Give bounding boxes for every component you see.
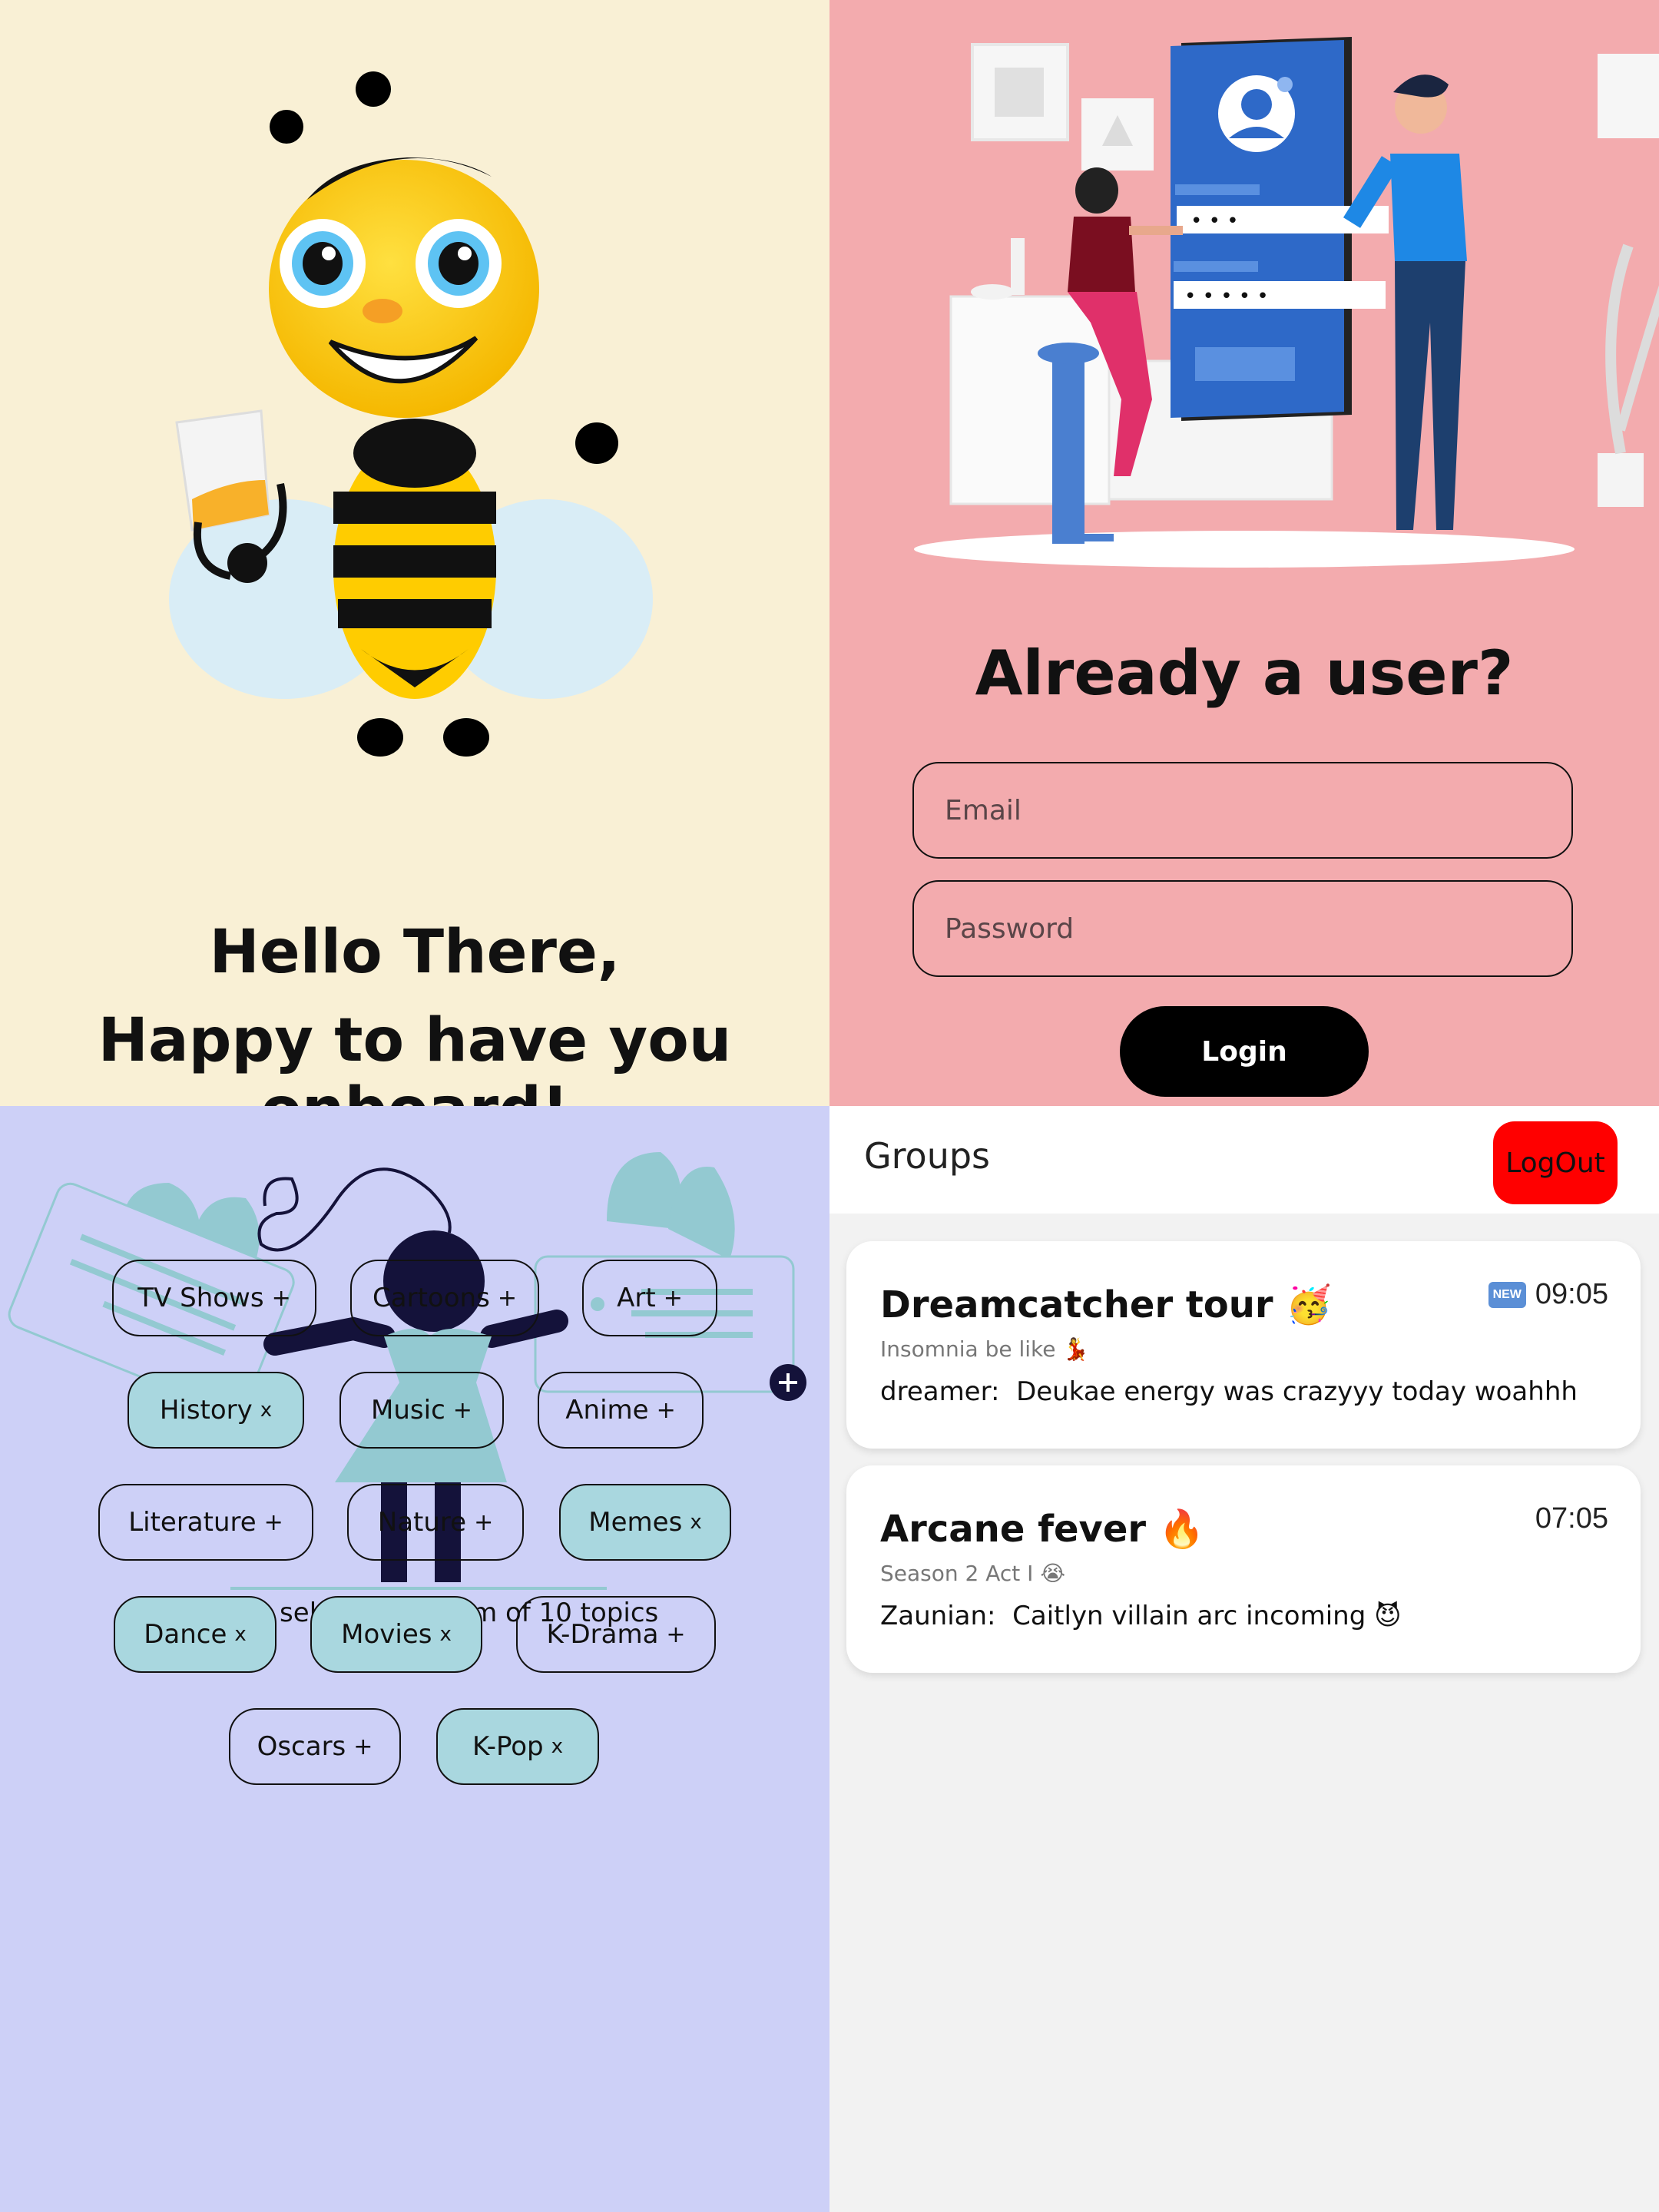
- message-meta: 07:05: [1535, 1502, 1608, 1535]
- login-screen: • • • • • • • • Already a user? Login: [830, 0, 1659, 1106]
- topic-chip-oscars[interactable]: Oscars +: [229, 1708, 401, 1785]
- topic-chip-label: K-Pop: [472, 1731, 544, 1762]
- groups-header: Groups LogOut: [830, 1106, 1659, 1214]
- topic-chip-label: Cartoons: [373, 1283, 490, 1313]
- bee-illustration: [169, 71, 653, 757]
- group-card[interactable]: Arcane fever 🔥 Season 2 Act I 😭 Zaunian:…: [846, 1465, 1641, 1673]
- password-field[interactable]: [912, 880, 1573, 977]
- topic-chip-tv-shows[interactable]: TV Shows +: [112, 1260, 316, 1336]
- message-text: Caitlyn villain arc incoming 😈: [1012, 1601, 1402, 1631]
- add-topic-icon: +: [452, 1396, 472, 1424]
- login-button[interactable]: Login: [1120, 1006, 1369, 1097]
- topic-chip-cartoons[interactable]: Cartoons +: [350, 1260, 539, 1336]
- message-sender: Zaunian:: [880, 1601, 996, 1631]
- remove-topic-icon: x: [234, 1623, 247, 1646]
- message-time: 07:05: [1535, 1502, 1608, 1535]
- group-name: Arcane fever 🔥: [880, 1508, 1205, 1551]
- add-topic-icon: +: [271, 1284, 291, 1312]
- add-topic-icon: +: [263, 1508, 283, 1536]
- group-card[interactable]: Dreamcatcher tour 🥳 Insomnia be like 💃 d…: [846, 1241, 1641, 1449]
- topic-chip-anime[interactable]: Anime +: [538, 1372, 704, 1449]
- new-badge: NEW: [1488, 1281, 1526, 1308]
- topic-chip-k-drama[interactable]: K-Drama +: [516, 1596, 716, 1673]
- topic-chip-movies[interactable]: Movies x: [310, 1596, 482, 1673]
- greeting-line-1: Hello There,: [209, 918, 621, 987]
- topic-chip-label: Memes: [588, 1507, 683, 1538]
- email-field[interactable]: [912, 762, 1573, 859]
- remove-topic-icon: x: [439, 1623, 452, 1646]
- topic-chip-label: Literature: [128, 1507, 257, 1538]
- topic-chip-label: Art: [617, 1283, 656, 1313]
- groups-screen: Groups LogOut Dreamcatcher tour 🥳 Insomn…: [830, 1106, 1659, 2212]
- add-topic-icon: +: [663, 1284, 683, 1312]
- topic-chip-label: Oscars: [257, 1731, 346, 1762]
- add-topic-icon: +: [666, 1621, 686, 1648]
- topic-chip-label: K-Drama: [546, 1619, 659, 1650]
- topic-chip-label: Nature: [377, 1507, 467, 1538]
- topic-chip-nature[interactable]: Nature +: [347, 1484, 524, 1561]
- remove-topic-icon: x: [690, 1511, 702, 1534]
- message-sender: dreamer:: [880, 1376, 1000, 1407]
- topic-chip-art[interactable]: Art +: [582, 1260, 717, 1336]
- message-time: 09:05: [1535, 1278, 1608, 1310]
- remove-topic-icon: x: [260, 1399, 273, 1422]
- page-title: Groups: [864, 1135, 991, 1177]
- add-topic-icon: +: [656, 1396, 676, 1424]
- topic-chip-history[interactable]: History x: [127, 1372, 304, 1449]
- topic-chip-literature[interactable]: Literature +: [98, 1484, 313, 1561]
- last-message: dreamer: Deukae energy was crazyyy today…: [880, 1376, 1578, 1407]
- onboarding-screen: Hello There, Happy to have you onboard!: [0, 0, 830, 1106]
- greeting-line-2: Happy to have you onboard!: [98, 1006, 732, 1106]
- topic-chip-k-pop[interactable]: K-Pop x: [436, 1708, 599, 1785]
- login-title: Already a user?: [975, 637, 1514, 709]
- topics-screen: You can select maximum of 10 topics TV S…: [0, 1106, 830, 2212]
- message-meta: NEW 09:05: [1488, 1278, 1608, 1311]
- topic-chip-label: Anime: [565, 1395, 649, 1426]
- message-text: Deukae energy was crazyyy today woahhh: [1016, 1376, 1578, 1407]
- group-subtitle: Insomnia be like 💃: [880, 1336, 1090, 1362]
- add-topic-icon: +: [497, 1284, 517, 1312]
- group-name: Dreamcatcher tour 🥳: [880, 1283, 1333, 1326]
- remove-topic-icon: x: [551, 1735, 564, 1758]
- add-topic-icon: +: [353, 1733, 373, 1760]
- topic-chip-label: Music: [371, 1395, 445, 1426]
- logout-button[interactable]: LogOut: [1493, 1121, 1618, 1204]
- last-message: Zaunian: Caitlyn villain arc incoming 😈: [880, 1601, 1402, 1631]
- illustration-dots-2: • • • • •: [1184, 285, 1269, 308]
- topic-chip-memes[interactable]: Memes x: [559, 1484, 731, 1561]
- topic-chip-dance[interactable]: Dance x: [114, 1596, 276, 1673]
- login-illustration: • • • • • • • •: [914, 37, 1659, 568]
- topic-chip-label: History: [159, 1395, 253, 1426]
- illustration-dots-1: • • •: [1190, 210, 1239, 233]
- add-topic-icon: +: [474, 1508, 494, 1536]
- topic-chip-label: Movies: [341, 1619, 432, 1650]
- topic-chip-label: Dance: [144, 1619, 227, 1650]
- topic-chip-music[interactable]: Music +: [339, 1372, 504, 1449]
- topic-chip-label: TV Shows: [137, 1283, 264, 1313]
- group-subtitle: Season 2 Act I 😭: [880, 1561, 1066, 1586]
